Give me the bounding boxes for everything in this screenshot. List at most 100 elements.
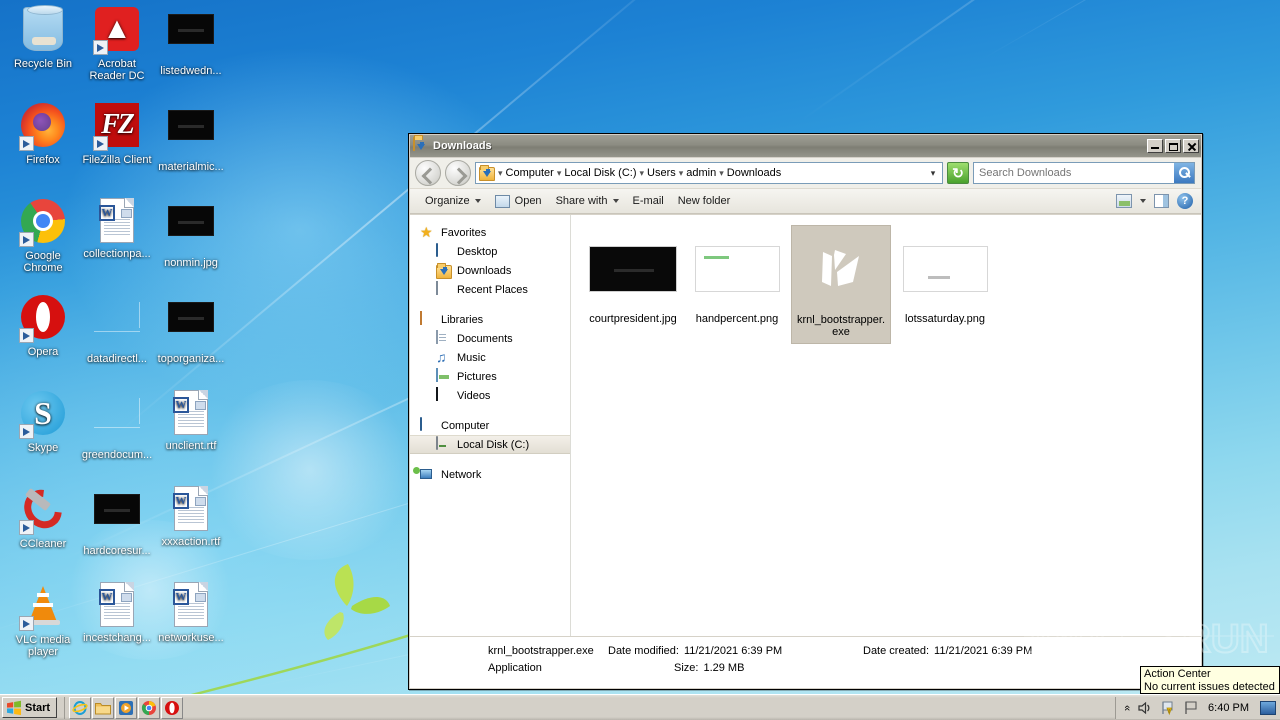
desktop-icon-acrobat-reader-dc[interactable]: ▲ Acrobat Reader DC bbox=[80, 5, 154, 82]
nav-item-network[interactable]: Network bbox=[410, 465, 570, 484]
favorites-star-icon: ★ bbox=[420, 223, 433, 240]
nav-item-label: Recent Places bbox=[457, 283, 528, 296]
explorer-window[interactable]: Downloads ▾ Computer ▾ Local Disk (C:) ▾ User… bbox=[408, 133, 1203, 690]
network-flag-icon[interactable] bbox=[1183, 700, 1199, 716]
nav-item-label: Network bbox=[441, 468, 482, 481]
internet-explorer-icon[interactable] bbox=[69, 696, 92, 719]
nav-item-pictures[interactable]: Pictures bbox=[410, 367, 570, 386]
file-list[interactable]: courtpresident.jpg handpercent.png krnl_bo… bbox=[571, 215, 1201, 636]
breadcrumb-item[interactable]: Local Disk (C:) bbox=[562, 166, 638, 180]
share-with-label: Share with bbox=[555, 195, 608, 207]
start-button[interactable]: Start bbox=[2, 697, 58, 718]
opera-icon[interactable] bbox=[161, 696, 184, 719]
media-player-icon[interactable] bbox=[115, 696, 138, 719]
close-button[interactable] bbox=[1183, 139, 1199, 153]
details-date-modified-label: Date modified: bbox=[608, 645, 679, 657]
breadcrumb[interactable]: ▾ Computer ▾ Local Disk (C:) ▾ Users ▾ admin ▾ Do… bbox=[497, 166, 783, 180]
desktop-icon-skype[interactable]: S Skype bbox=[6, 389, 80, 454]
window-titlebar[interactable]: Downloads bbox=[410, 135, 1201, 157]
clock[interactable]: 6:40 PM bbox=[1206, 702, 1251, 714]
desktop-icon-greendocum[interactable]: greendocum... bbox=[80, 389, 154, 461]
desktop-icon-ccleaner[interactable]: CCleaner bbox=[6, 482, 80, 550]
action-center-flag-icon[interactable]: ! bbox=[1160, 700, 1176, 716]
maximize-button[interactable] bbox=[1165, 139, 1181, 153]
file-item[interactable]: courtpresident.jpg bbox=[583, 225, 683, 344]
desktop-icon-xxxaction-rtf[interactable]: Wxxxaction.rtf bbox=[154, 485, 228, 548]
chevron-down-icon[interactable] bbox=[1140, 199, 1146, 203]
nav-item-videos[interactable]: Videos bbox=[410, 386, 570, 405]
nav-item-desktop[interactable]: Desktop bbox=[410, 242, 570, 261]
breadcrumb-item[interactable]: Downloads bbox=[725, 166, 783, 180]
shortcut-overlay-icon bbox=[93, 136, 108, 151]
desktop-icon-listedwedn[interactable]: listedwedn... bbox=[154, 5, 228, 77]
preview-pane-icon[interactable] bbox=[1154, 194, 1169, 208]
nav-item-recent-places[interactable]: Recent Places bbox=[410, 280, 570, 299]
breadcrumb-item[interactable]: Computer bbox=[504, 166, 556, 180]
email-button[interactable]: E-mail bbox=[626, 192, 671, 210]
file-item[interactable]: lotssaturday.png bbox=[895, 225, 995, 344]
search-icon[interactable] bbox=[1174, 163, 1194, 183]
wallpaper-light-ray bbox=[980, 0, 1280, 62]
recent-places-icon bbox=[436, 280, 452, 298]
desktop-icon-vlc-media-player[interactable]: VLC media player bbox=[6, 581, 80, 658]
chrome-icon[interactable] bbox=[138, 696, 161, 719]
nav-item-downloads[interactable]: Downloads bbox=[410, 261, 570, 280]
desktop-icon-google-chrome[interactable]: Google Chrome bbox=[6, 197, 80, 274]
word-document-icon: W bbox=[167, 389, 215, 437]
desktop-icon-collectionpa[interactable]: Wcollectionpa... bbox=[80, 197, 154, 260]
desktop-icon-label: materialmic... bbox=[158, 161, 224, 173]
desktop-icon-incestchang[interactable]: Wincestchang... bbox=[80, 581, 154, 644]
desktop-icon-hardcoresur[interactable]: hardcoresur... bbox=[80, 485, 154, 557]
address-bar[interactable]: ▾ Computer ▾ Local Disk (C:) ▾ Users ▾ admin ▾ Do… bbox=[475, 162, 943, 184]
nav-item-music[interactable]: ♫ Music bbox=[410, 348, 570, 367]
desktop-icon-materialmic[interactable]: materialmic... bbox=[154, 101, 228, 173]
nav-item-favorites[interactable]: ★ Favorites bbox=[410, 223, 570, 242]
file-item[interactable]: handpercent.png bbox=[687, 225, 787, 344]
desktop-icon-unclient-rtf[interactable]: Wunclient.rtf bbox=[154, 389, 228, 452]
desktop-icon-toporganiza[interactable]: toporganiza... bbox=[154, 293, 228, 365]
system-tray: « ! 6:40 PM bbox=[1114, 696, 1280, 719]
nav-item-libraries[interactable]: Libraries bbox=[410, 310, 570, 329]
breadcrumb-item[interactable]: Users bbox=[645, 166, 678, 180]
nav-item-computer[interactable]: Computer bbox=[410, 416, 570, 435]
acrobat-reader-icon: ▲ bbox=[93, 7, 141, 55]
desktop-icon-filezilla-client[interactable]: FZ FileZilla Client bbox=[80, 101, 154, 166]
desktop-icon-networkuse[interactable]: Wnetworkuse... bbox=[154, 581, 228, 644]
new-folder-button[interactable]: New folder bbox=[671, 192, 738, 210]
details-file-type: Application bbox=[488, 662, 542, 674]
show-desktop-button[interactable] bbox=[1260, 700, 1276, 715]
help-icon[interactable]: ? bbox=[1177, 193, 1193, 209]
share-with-button[interactable]: Share with bbox=[549, 192, 626, 210]
start-label: Start bbox=[25, 701, 51, 714]
desktop-icon-label: VLC media player bbox=[15, 634, 71, 658]
volume-icon[interactable] bbox=[1137, 700, 1153, 716]
desktop-icon-datadirectl[interactable]: datadirectl... bbox=[80, 293, 154, 365]
refresh-button[interactable] bbox=[947, 162, 969, 184]
breadcrumb-item[interactable]: admin bbox=[684, 166, 718, 180]
libraries-icon bbox=[420, 310, 436, 328]
nav-item-documents[interactable]: Documents bbox=[410, 329, 570, 348]
back-button[interactable] bbox=[415, 160, 441, 186]
minimize-button[interactable] bbox=[1147, 139, 1163, 153]
shortcut-overlay-icon bbox=[19, 424, 34, 439]
chrome-icon bbox=[19, 199, 67, 247]
explorer-folder-icon[interactable] bbox=[92, 696, 115, 719]
nav-item-local-disk-c[interactable]: Local Disk (C:) bbox=[410, 435, 570, 454]
open-button[interactable]: Open bbox=[488, 192, 549, 211]
command-bar: Organize Open Share with E-mail New fold… bbox=[410, 188, 1201, 214]
search-box[interactable] bbox=[973, 162, 1195, 184]
chevron-down-icon[interactable]: ▾ bbox=[926, 168, 940, 179]
forward-button[interactable] bbox=[445, 160, 471, 186]
tray-chevron-icon[interactable]: « bbox=[1121, 704, 1133, 710]
desktop-icon-opera[interactable]: Opera bbox=[6, 293, 80, 358]
change-view-icon[interactable] bbox=[1116, 194, 1132, 208]
search-input[interactable] bbox=[979, 167, 1157, 179]
desktop-icon-recycle-bin[interactable]: Recycle Bin bbox=[6, 5, 80, 70]
desktop-icon-firefox[interactable]: Firefox bbox=[6, 101, 80, 166]
desktop-icon-nonmin-jpg[interactable]: nonmin.jpg bbox=[154, 197, 228, 269]
image-file-icon bbox=[167, 110, 215, 158]
file-item[interactable]: krnl_bootstrapper.exe bbox=[791, 225, 891, 344]
navigation-pane[interactable]: ★ Favorites Desktop Downloads Recent Places L… bbox=[410, 215, 571, 636]
organize-button[interactable]: Organize bbox=[418, 192, 488, 210]
nav-item-label: Downloads bbox=[457, 264, 512, 277]
